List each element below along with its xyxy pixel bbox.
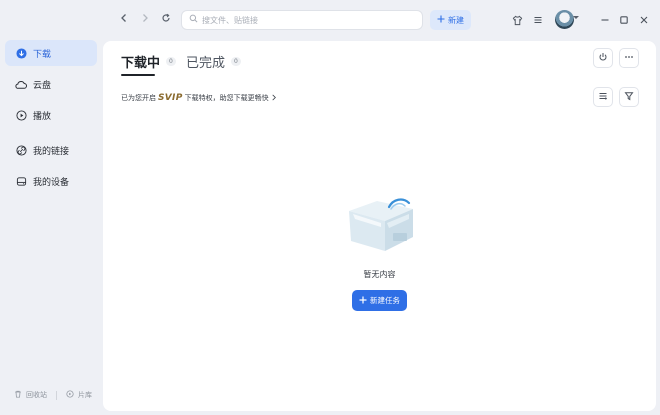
- filter-button[interactable]: [619, 87, 639, 107]
- plus-icon: [359, 296, 367, 306]
- power-icon: [598, 52, 608, 65]
- tab-downloading[interactable]: 下载中 0: [121, 51, 176, 71]
- shirt-icon[interactable]: [509, 12, 525, 28]
- download-icon: [15, 47, 27, 59]
- sidebar-item-label: 下载: [33, 49, 52, 60]
- svip-badge: SVIP: [158, 93, 183, 103]
- refresh-icon[interactable]: [158, 12, 174, 28]
- chevron-down-icon[interactable]: [573, 16, 579, 19]
- main-panel: 下载中 0 已完成 0 已为您开启 SVIP 下载特权，助您下载更畅快 暂无内容…: [103, 41, 656, 411]
- recycle-bin-link[interactable]: 回收站: [26, 390, 47, 400]
- new-button-label: 新建: [448, 15, 464, 25]
- active-tab-indicator: [121, 74, 155, 76]
- new-button[interactable]: 新建: [430, 10, 471, 30]
- sidebar-item-label: 播放: [33, 111, 52, 122]
- sidebar-footer: 回收站 片库: [14, 390, 92, 400]
- new-task-button[interactable]: 新建任务: [352, 290, 407, 311]
- cloud-icon: [15, 78, 27, 90]
- minimize-icon[interactable]: [597, 12, 613, 28]
- more-button[interactable]: [619, 48, 639, 68]
- search-input[interactable]: [202, 15, 402, 25]
- sidebar-item-label: 云盘: [33, 80, 52, 91]
- maximize-icon[interactable]: [616, 12, 632, 28]
- trash-icon: [14, 390, 22, 400]
- link-icon: [15, 144, 27, 156]
- sidebar-item-cloud[interactable]: 云盘: [5, 71, 97, 97]
- more-icon: [624, 52, 634, 65]
- sidebar: 下载 云盘 播放 我的链接 我的设备 回收站 片库: [0, 40, 102, 415]
- sidebar-item-download[interactable]: 下载: [5, 40, 97, 66]
- search-icon: [189, 14, 198, 26]
- play-icon: [15, 109, 27, 121]
- tab-label: 已完成: [186, 55, 226, 71]
- close-icon[interactable]: [636, 12, 652, 28]
- power-button[interactable]: [593, 48, 613, 68]
- tab-label: 下载中: [121, 55, 161, 71]
- promo-prefix: 已为您开启: [121, 94, 156, 102]
- sidebar-item-play[interactable]: 播放: [5, 102, 97, 128]
- avatar[interactable]: [555, 10, 574, 29]
- svip-promo-link[interactable]: 已为您开启 SVIP 下载特权，助您下载更畅快: [121, 93, 277, 103]
- filter-icon: [624, 91, 634, 104]
- sort-list-icon: [598, 91, 608, 104]
- search-box[interactable]: [181, 10, 423, 30]
- chevron-right-icon: [271, 94, 277, 103]
- sidebar-item-label: 我的链接: [33, 146, 70, 157]
- menu-icon[interactable]: [530, 12, 546, 28]
- new-task-label: 新建任务: [370, 296, 400, 305]
- empty-box-illustration: [343, 193, 417, 253]
- sidebar-item-my-devices[interactable]: 我的设备: [5, 168, 97, 194]
- empty-state-text: 暂无内容: [363, 270, 396, 279]
- promo-suffix: 下载特权，助您下载更畅快: [184, 94, 269, 102]
- film-library-link[interactable]: 片库: [78, 390, 92, 400]
- sidebar-item-my-links[interactable]: 我的链接: [5, 137, 97, 163]
- plus-icon: [437, 15, 445, 25]
- device-icon: [15, 175, 27, 187]
- title-bar: 新建: [0, 0, 660, 40]
- sort-button[interactable]: [593, 87, 613, 107]
- forward-icon[interactable]: [137, 12, 153, 28]
- film-library-icon: [66, 390, 74, 400]
- tab-count-badge: 0: [166, 56, 176, 66]
- back-icon[interactable]: [116, 12, 132, 28]
- tab-completed[interactable]: 已完成 0: [186, 51, 241, 71]
- tab-count-badge: 0: [231, 56, 241, 66]
- sidebar-item-label: 我的设备: [33, 177, 70, 188]
- divider: [56, 390, 57, 400]
